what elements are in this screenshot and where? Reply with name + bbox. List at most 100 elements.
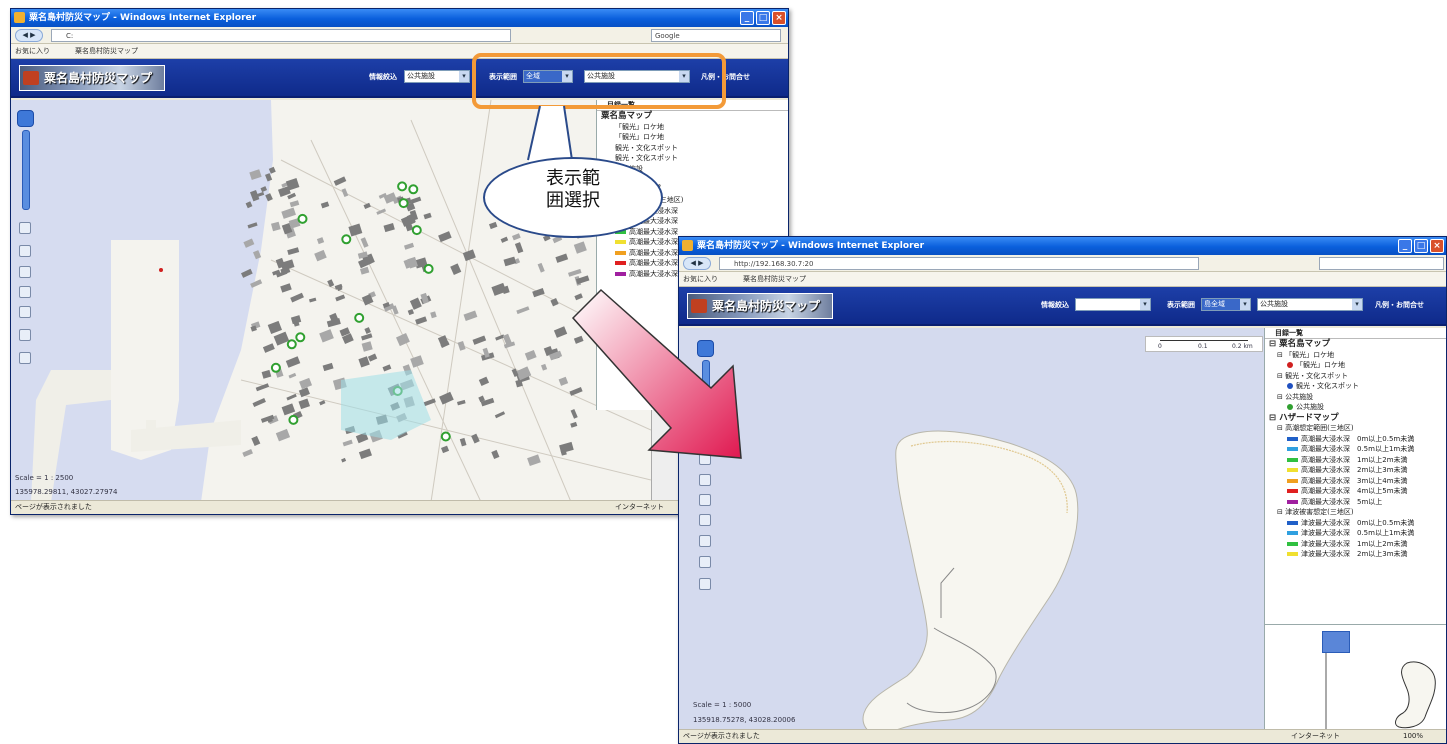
tree-toggle-icon[interactable]: ⊟ — [1269, 339, 1279, 349]
legend-layer-toggle[interactable]: ⊟ 観光・文化スポット — [1265, 371, 1446, 382]
legend-label: 高潮最大浸水深 — [629, 227, 678, 236]
legend-label: 高潮最大浸水深 0m以上0.5m未満 — [1301, 434, 1415, 443]
back-forward-button[interactable]: ◀ ▶ — [683, 257, 711, 270]
close-button[interactable]: × — [1430, 239, 1444, 253]
print-icon[interactable] — [19, 329, 31, 341]
legend-swatch — [1287, 489, 1298, 493]
legend-label: 公共施設 — [1296, 403, 1324, 411]
legend-group[interactable]: ⊟ 粟名島マップ — [1265, 339, 1446, 350]
zoom-in-icon[interactable] — [19, 245, 31, 257]
legend-tree: ⊟ 粟名島マップ ⊟ 「観光」ロケ地 「観光」ロケ地 ⊟ 観光・文化スポット 観光・文化… — [1265, 339, 1446, 560]
pan-control-icon[interactable] — [17, 110, 34, 127]
legend-label: 津波最大浸水深 2m以上3m未満 — [1301, 550, 1408, 558]
legend-swatch — [1287, 531, 1298, 535]
measure-icon[interactable] — [699, 535, 711, 547]
legend-item: 「観光」ロケ地 — [1265, 360, 1446, 371]
help-link[interactable]: 凡例・お問合せ — [1375, 300, 1424, 310]
zoom-level[interactable]: 100% — [1403, 730, 1423, 743]
tab-map[interactable]: 粟名島村防災マップ — [743, 272, 806, 286]
legend-marker-icon — [1287, 404, 1293, 410]
legend-item[interactable]: 観光・文化スポット — [597, 153, 788, 164]
export-icon[interactable] — [19, 352, 31, 364]
overview-viewport[interactable] — [1322, 631, 1350, 653]
area-select[interactable]: 公共施設 — [1257, 298, 1363, 311]
zone-indicator: インターネット — [1291, 732, 1340, 740]
legend-item[interactable]: 「観光」ロケ地 — [597, 132, 788, 143]
measure-icon[interactable] — [19, 306, 31, 318]
search-input[interactable]: Google — [651, 29, 781, 42]
address-input-2[interactable]: http://192.168.30.7:20 — [719, 257, 1199, 270]
legend-item: 津波最大浸水深 2m以上3m未満 — [1265, 549, 1446, 560]
legend-layer-toggle[interactable]: ⊟ 公共施設 — [1265, 392, 1446, 403]
layer-icon[interactable] — [19, 222, 31, 234]
legend-layer-toggle[interactable]: ⊟ 高潮想定範囲(三地区) — [1265, 423, 1446, 434]
tree-toggle-icon[interactable]: ⊟ — [1277, 372, 1285, 380]
map-area-2[interactable]: 0 0.1 0.2 km Scale = 1 : 5000 135918.752… — [679, 328, 1264, 731]
legend-swatch — [1287, 520, 1298, 525]
legend-layer-toggle[interactable]: ⊟ 「観光」ロケ地 — [1265, 350, 1446, 361]
overview-island-icon — [1395, 661, 1436, 729]
legend-panel-2: 目録一覧 ⊟ 粟名島マップ ⊟ 「観光」ロケ地 「観光」ロケ地 ⊟ 観光・文化スポット… — [1264, 328, 1446, 624]
tree-toggle-icon[interactable]: ⊟ — [1277, 508, 1285, 516]
tree-toggle-icon[interactable]: ⊟ — [1277, 393, 1285, 401]
legend-item[interactable]: 観光・文化スポット — [597, 143, 788, 154]
legend-group[interactable]: ⊟ ハザードマップ — [1265, 412, 1446, 424]
print-icon[interactable] — [699, 556, 711, 568]
maximize-button[interactable]: □ — [756, 11, 770, 25]
status-text: ページが表示されました — [15, 503, 92, 511]
legend-item[interactable]: 粟名島マップ — [597, 111, 788, 122]
favorites-button[interactable]: お気に入り — [683, 272, 718, 286]
legend-item: 公共施設 — [1265, 402, 1446, 413]
coordinate-readout: 135978.29811, 43027.27974 — [15, 488, 118, 496]
zoom-out-icon[interactable] — [19, 266, 31, 278]
back-forward-button[interactable]: ◀ ▶ — [15, 29, 43, 42]
tree-toggle-icon[interactable]: ⊟ — [1277, 351, 1285, 359]
range-label: 表示範囲 — [1167, 301, 1195, 309]
coordinate-readout: 135918.75278, 43028.20006 — [693, 716, 796, 724]
legend-label: 観光・文化スポット — [615, 154, 678, 162]
maximize-button[interactable]: □ — [1414, 239, 1428, 253]
zoom-out-icon[interactable] — [699, 494, 711, 506]
legend-label: ハザードマップ — [1279, 412, 1339, 423]
favorites-button[interactable]: お気に入り — [15, 44, 50, 58]
tree-toggle-icon[interactable]: ⊟ — [1277, 424, 1285, 432]
search-input-2[interactable] — [1319, 257, 1444, 270]
scale-text: Scale = 1 : 2500 — [15, 474, 74, 482]
favorites-bar-2: お気に入り 粟名島村防災マップ — [679, 272, 1446, 287]
legend-label: 津波最大浸水深 1m以上2m未満 — [1301, 539, 1408, 548]
address-input[interactable]: C: — [51, 29, 511, 42]
close-button[interactable]: × — [772, 11, 786, 25]
export-icon[interactable] — [699, 578, 711, 590]
legend-label: 高潮最大浸水深 0.5m以上1m未満 — [1301, 445, 1415, 453]
range-select[interactable]: 島全域 — [1201, 298, 1251, 311]
app-header-2: 粟名島村防災マップ 情報絞込 表示範囲 島全域 公共施設 凡例・お問合せ — [679, 287, 1446, 326]
ie-icon — [682, 240, 693, 251]
legend-label: 高潮最大浸水深 — [629, 248, 678, 257]
address-bar: ◀ ▶ C: Google — [11, 27, 788, 44]
scale-line — [1160, 340, 1248, 341]
callout-text: 表示範 囲選択 — [483, 168, 663, 212]
minimize-button[interactable]: _ — [1398, 239, 1412, 253]
minimize-button[interactable]: _ — [740, 11, 754, 25]
legend-label: 粟名島マップ — [601, 111, 653, 121]
ie-icon — [14, 12, 25, 23]
legend-layer-toggle[interactable]: ⊟ 津波被害想定(三地区) — [1265, 507, 1446, 518]
scale-tick-1: 0.1 — [1198, 343, 1208, 350]
app-logo: 粟名島村防災マップ — [19, 65, 165, 91]
tree-toggle-icon[interactable]: ⊟ — [1269, 413, 1279, 423]
zoom-slider[interactable] — [22, 130, 30, 210]
legend-item: 高潮最大浸水深 0.5m以上1m未満 — [1265, 444, 1446, 455]
legend-swatch — [615, 261, 626, 265]
legend-item: 高潮最大浸水深 5m以上 — [1265, 497, 1446, 508]
info-icon[interactable] — [699, 514, 711, 526]
info-filter-select[interactable] — [1075, 298, 1151, 311]
zoom-in-icon[interactable] — [699, 474, 711, 486]
info-icon[interactable] — [19, 286, 31, 298]
info-filter-select[interactable]: 公共施設 — [404, 70, 470, 83]
legend-item[interactable]: 「観光」ロケ地 — [597, 122, 788, 133]
overview-map[interactable] — [1264, 624, 1446, 731]
legend-swatch — [1287, 478, 1298, 483]
tab-map[interactable]: 粟名島村防災マップ — [75, 44, 138, 58]
legend-swatch — [615, 240, 626, 244]
legend-label: 高潮最大浸水深 5m以上 — [1301, 497, 1383, 506]
